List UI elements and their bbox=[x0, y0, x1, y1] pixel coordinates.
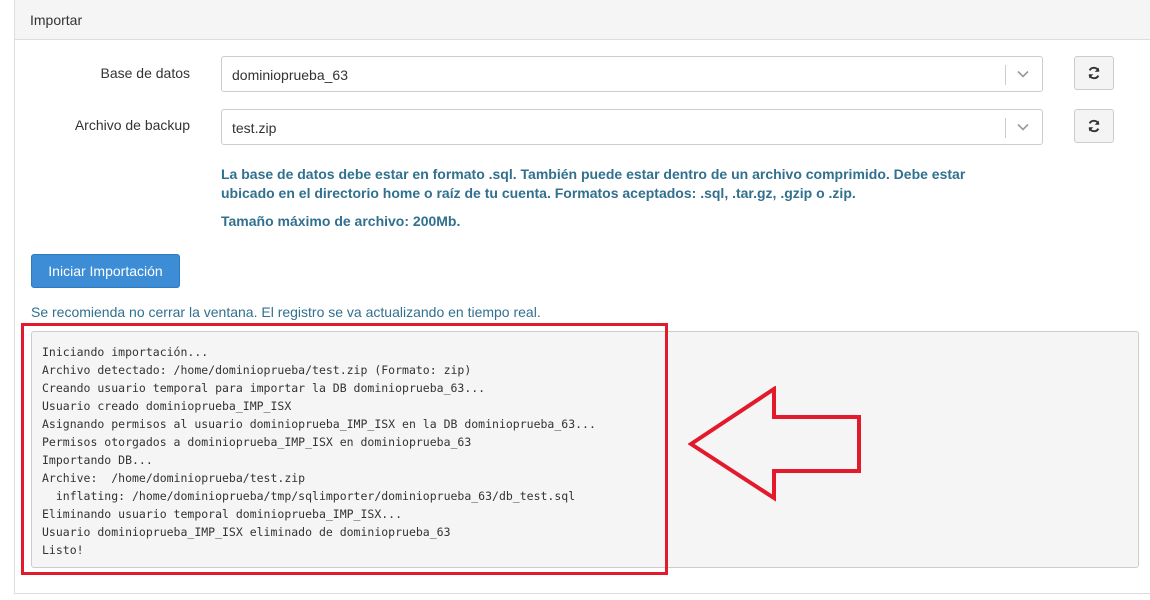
import-log[interactable]: Iniciando importación... Archivo detectad… bbox=[31, 331, 1139, 568]
backup-label: Archivo de backup bbox=[74, 117, 190, 133]
log-line: Iniciando importación... bbox=[42, 345, 209, 359]
select-separator bbox=[1005, 65, 1006, 85]
log-line: Eliminando usuario temporal dominioprueb… bbox=[42, 507, 403, 521]
start-import-button[interactable]: Iniciar Importación bbox=[31, 254, 180, 288]
log-line: Archive: /home/dominioprueba/test.zip bbox=[42, 471, 306, 485]
chevron-down-icon bbox=[1017, 123, 1029, 131]
chevron-down-icon bbox=[1017, 70, 1029, 78]
log-line: Archivo detectado: /home/dominioprueba/t… bbox=[42, 363, 472, 377]
format-help-line-1: La base de datos debe estar en formato .… bbox=[221, 166, 966, 182]
log-line: Listo! bbox=[42, 543, 84, 557]
log-line: Usuario creado dominioprueba_IMP_ISX bbox=[42, 399, 292, 413]
log-line: Permisos otorgados a dominioprueba_IMP_I… bbox=[42, 435, 472, 449]
panel-title: Importar bbox=[15, 0, 1150, 40]
refresh-icon bbox=[1088, 119, 1100, 133]
database-label: Base de datos bbox=[100, 65, 190, 81]
log-line: Asignando permisos al usuario dominiopru… bbox=[42, 417, 596, 431]
refresh-backup-button[interactable] bbox=[1074, 109, 1114, 143]
max-size-text: Tamaño máximo de archivo: 200Mb. bbox=[221, 213, 461, 229]
import-panel: Importar Base de datos dominioprueba_63 … bbox=[14, 0, 1150, 594]
backup-select[interactable]: test.zip bbox=[221, 109, 1043, 145]
database-select-value: dominioprueba_63 bbox=[232, 67, 348, 83]
annotation-arrow bbox=[688, 386, 861, 502]
select-separator bbox=[1005, 118, 1006, 138]
refresh-database-button[interactable] bbox=[1074, 56, 1114, 90]
backup-select-value: test.zip bbox=[232, 120, 277, 136]
log-line: Creando usuario temporal para importar l… bbox=[42, 381, 486, 395]
log-line: Importando DB... bbox=[42, 453, 153, 467]
log-line: inflating: /home/dominioprueba/tmp/sqlim… bbox=[42, 489, 576, 503]
realtime-log-note: Se recomienda no cerrar la ventana. El r… bbox=[31, 304, 541, 320]
log-line: Usuario dominioprueba_IMP_ISX eliminado … bbox=[42, 525, 451, 539]
format-help-line-2: ubicado en el directorio home o raíz de … bbox=[221, 185, 856, 201]
database-select[interactable]: dominioprueba_63 bbox=[221, 56, 1043, 92]
refresh-icon bbox=[1088, 66, 1100, 80]
